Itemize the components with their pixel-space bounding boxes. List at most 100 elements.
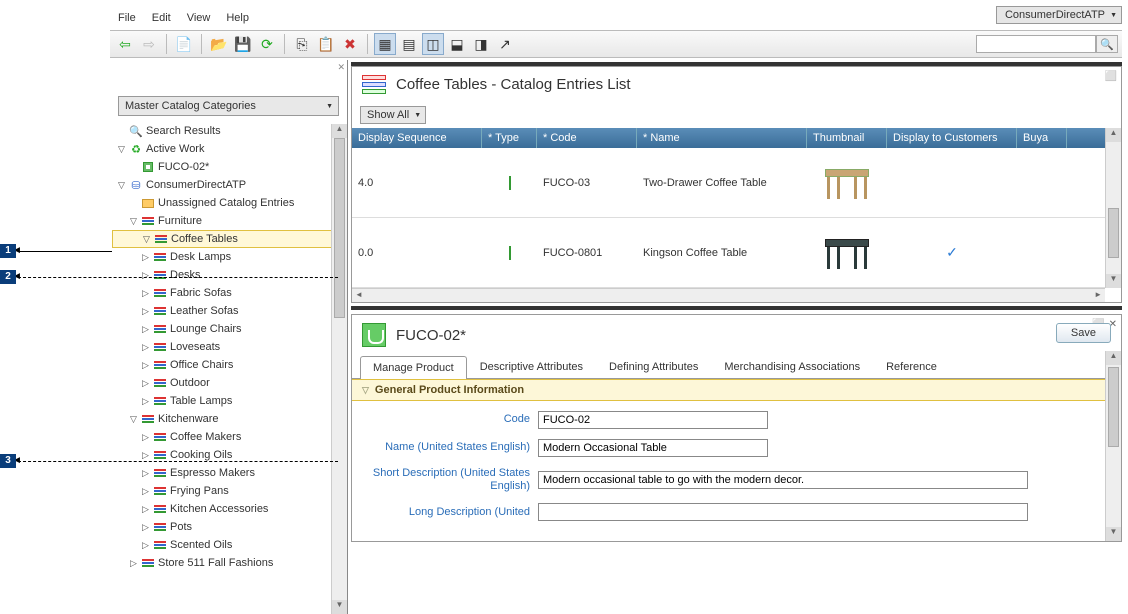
tab-manage-product[interactable]: Manage Product <box>360 356 467 379</box>
tree-toggle-icon[interactable]: ▷ <box>142 288 152 299</box>
tab-reference[interactable]: Reference <box>873 355 950 378</box>
input-code[interactable] <box>538 411 768 429</box>
col-code[interactable]: * Code <box>537 128 637 148</box>
tree-item[interactable]: ▷Leather Sofas <box>112 302 345 320</box>
tree-toggle-icon[interactable]: ▷ <box>142 504 152 515</box>
view1-icon[interactable]: ▦ <box>374 33 396 55</box>
tree-item[interactable]: ▷Kitchen Accessories <box>112 500 345 518</box>
tree-item[interactable]: 🔍Search Results <box>112 122 345 140</box>
tree-item[interactable]: ▷Outdoor <box>112 374 345 392</box>
table-row[interactable]: 0.0FUCO-0801Kingson Coffee Table✓ <box>352 218 1121 288</box>
tree-item[interactable]: ▷Desk Lamps <box>112 248 345 266</box>
input-name[interactable] <box>538 439 768 457</box>
view2-icon[interactable]: ▤ <box>398 33 420 55</box>
tree-toggle-icon[interactable]: ▷ <box>142 540 152 551</box>
section-title: General Product Information <box>375 384 524 396</box>
tree-item[interactable]: Unassigned Catalog Entries <box>112 194 345 212</box>
tree-item[interactable]: ▷Desks <box>112 266 345 284</box>
back-icon[interactable]: ⇦ <box>114 33 136 55</box>
tree-toggle-icon[interactable]: ▷ <box>142 378 152 389</box>
tree-toggle-icon[interactable]: ▷ <box>130 558 140 569</box>
tree-toggle-icon[interactable]: ▽ <box>130 414 140 425</box>
filter-dropdown[interactable]: Show All <box>360 106 426 124</box>
tab-descriptive-attributes[interactable]: Descriptive Attributes <box>467 355 596 378</box>
splitter-mid[interactable] <box>351 306 1122 310</box>
grid-vscroll[interactable]: ▲▼ <box>1105 128 1121 288</box>
input-long-description[interactable] <box>538 503 1028 521</box>
sidebar-scrollbar[interactable]: ▲▼ <box>331 124 347 614</box>
save-icon[interactable]: 💾 <box>232 33 254 55</box>
save-button[interactable]: Save <box>1056 323 1111 343</box>
tree-item[interactable]: FUCO-02* <box>112 158 345 176</box>
detail-vscroll[interactable]: ▲▼ <box>1105 351 1121 541</box>
sidebar-close-icon[interactable]: ✕ <box>337 62 345 73</box>
tree-toggle-icon[interactable]: ▷ <box>142 270 152 281</box>
new-icon[interactable]: 📄 <box>173 33 195 55</box>
tree-toggle-icon[interactable]: ▽ <box>118 144 128 155</box>
menu-file[interactable]: File <box>110 10 144 26</box>
tree-item[interactable]: ▷Frying Pans <box>112 482 345 500</box>
refresh-icon[interactable]: ⟳ <box>256 33 278 55</box>
tree-item[interactable]: ▷Espresso Makers <box>112 464 345 482</box>
tab-defining-attributes[interactable]: Defining Attributes <box>596 355 711 378</box>
open-icon[interactable]: 📂 <box>208 33 230 55</box>
catalog-filter-dropdown[interactable]: Master Catalog Categories <box>118 96 339 116</box>
tree-item[interactable]: ▷Scented Oils <box>112 536 345 554</box>
tree-toggle-icon[interactable]: ▷ <box>142 450 152 461</box>
search-button-icon[interactable]: 🔍 <box>1096 35 1118 53</box>
menu-view[interactable]: View <box>179 10 219 26</box>
tree-toggle-icon[interactable]: ▷ <box>142 522 152 533</box>
tree-item[interactable]: ▷Pots <box>112 518 345 536</box>
col-type[interactable]: * Type <box>482 128 537 148</box>
tree-item[interactable]: ▽⛁ConsumerDirectATP <box>112 176 345 194</box>
maximize-icon[interactable]: ⬜ <box>1105 71 1117 82</box>
copy-icon[interactable]: ⎘ <box>291 33 313 55</box>
view6-icon[interactable]: ↗ <box>494 33 516 55</box>
menu-edit[interactable]: Edit <box>144 10 179 26</box>
tree-item[interactable]: ▷Lounge Chairs <box>112 320 345 338</box>
tree-toggle-icon[interactable]: ▷ <box>142 324 152 335</box>
tree-item[interactable]: ▷Store 511 Fall Fashions <box>112 554 345 572</box>
tree-toggle-icon[interactable]: ▷ <box>142 342 152 353</box>
tree-item[interactable]: ▽Kitchenware <box>112 410 345 428</box>
delete-icon[interactable]: ✖ <box>339 33 361 55</box>
col-sequence[interactable]: Display Sequence <box>352 128 482 148</box>
grid-hscroll[interactable] <box>352 288 1105 302</box>
view4-icon[interactable]: ⬓ <box>446 33 468 55</box>
tree-toggle-icon[interactable]: ▷ <box>142 252 152 263</box>
search-input[interactable] <box>976 35 1096 53</box>
tree-item[interactable]: ▷Coffee Makers <box>112 428 345 446</box>
tree-toggle-icon[interactable]: ▷ <box>142 468 152 479</box>
tree-toggle-icon[interactable]: ▷ <box>142 306 152 317</box>
tab-merchandising-associations[interactable]: Merchandising Associations <box>711 355 873 378</box>
forward-icon[interactable]: ⇨ <box>138 33 160 55</box>
col-name[interactable]: * Name <box>637 128 807 148</box>
product-detail-panel: ⬜ ✕ FUCO-02* Save Manage Product Descrip… <box>351 314 1122 542</box>
tree-toggle-icon[interactable]: ▷ <box>142 432 152 443</box>
tree-item[interactable]: ▷Loveseats <box>112 338 345 356</box>
tree-item[interactable]: ▽♻Active Work <box>112 140 345 158</box>
store-selector[interactable]: ConsumerDirectATP <box>996 6 1122 24</box>
col-display[interactable]: Display to Customers <box>887 128 1017 148</box>
col-buyable[interactable]: Buya <box>1017 128 1067 148</box>
input-short-description[interactable] <box>538 471 1028 489</box>
tree-toggle-icon[interactable]: ▽ <box>143 234 153 245</box>
menu-help[interactable]: Help <box>218 10 257 26</box>
tree-item[interactable]: ▽Furniture <box>112 212 345 230</box>
col-thumbnail[interactable]: Thumbnail <box>807 128 887 148</box>
tree-toggle-icon[interactable]: ▷ <box>142 360 152 371</box>
table-row[interactable]: 4.0FUCO-03Two-Drawer Coffee Table <box>352 148 1121 218</box>
tree-item[interactable]: ▷Table Lamps <box>112 392 345 410</box>
paste-icon[interactable]: 📋 <box>315 33 337 55</box>
tree-item[interactable]: ▷Office Chairs <box>112 356 345 374</box>
section-header[interactable]: ▽ General Product Information <box>352 379 1121 401</box>
tree-toggle-icon[interactable]: ▷ <box>142 396 152 407</box>
callout-arrow-3 <box>18 461 338 462</box>
view5-icon[interactable]: ◨ <box>470 33 492 55</box>
tree-item[interactable]: ▷Fabric Sofas <box>112 284 345 302</box>
tree-item[interactable]: ▽Coffee Tables <box>112 230 345 248</box>
view3-icon[interactable]: ◫ <box>422 33 444 55</box>
tree-toggle-icon[interactable]: ▷ <box>142 486 152 497</box>
tree-toggle-icon[interactable]: ▽ <box>130 216 140 227</box>
tree-toggle-icon[interactable]: ▽ <box>118 180 128 191</box>
